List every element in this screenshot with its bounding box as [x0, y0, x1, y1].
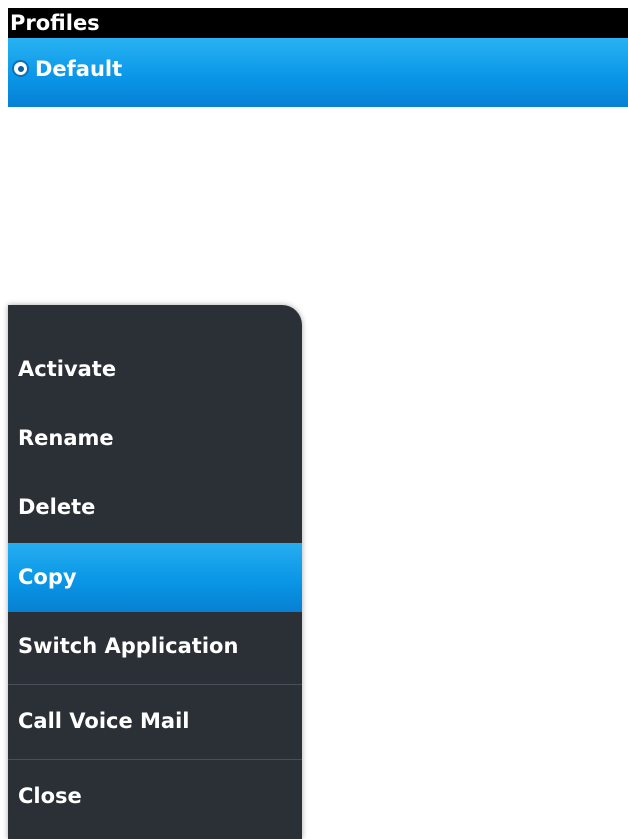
profile-label: Default: [35, 56, 123, 81]
menu-item-delete[interactable]: Delete: [8, 473, 302, 542]
menu-item-rename[interactable]: Rename: [8, 404, 302, 473]
menu-separator: [8, 684, 302, 685]
radio-dot: [17, 65, 24, 72]
profiles-screen: Profiles Default Activate Rename Delete …: [0, 0, 628, 839]
menu-separator: [8, 759, 302, 760]
page-title: Profiles: [8, 8, 628, 38]
menu-item-close[interactable]: Close: [8, 762, 302, 831]
menu-item-switch-application[interactable]: Switch Application: [8, 612, 302, 681]
menu-item-copy[interactable]: Copy: [8, 543, 302, 612]
menu-item-activate[interactable]: Activate: [8, 335, 302, 404]
context-menu: Activate Rename Delete Copy Switch Appli…: [8, 305, 302, 839]
profile-item-default[interactable]: Default: [8, 38, 628, 107]
menu-item-call-voice-mail[interactable]: Call Voice Mail: [8, 687, 302, 756]
radio-selected-icon: [12, 60, 29, 77]
